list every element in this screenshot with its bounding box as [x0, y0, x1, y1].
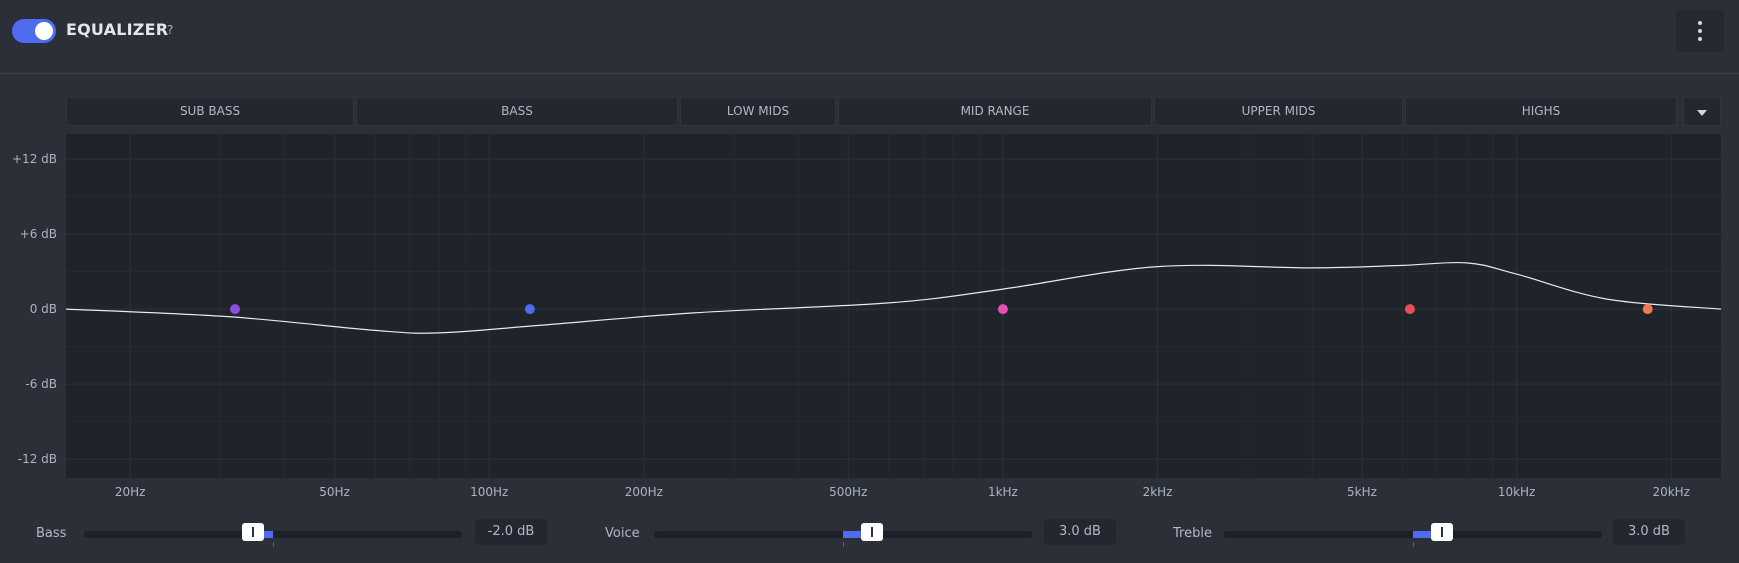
y-tick-label: +6 dB: [20, 227, 57, 241]
treble-slider-thumb[interactable]: [1431, 523, 1454, 541]
y-tick-label: -12 dB: [18, 452, 57, 466]
x-tick-label: 10kHz: [1498, 485, 1536, 499]
eq-graph[interactable]: +12 dB +6 dB 0 dB -6 dB -12 dB 20Hz 50Hz 100Hz…: [0, 0, 1739, 563]
x-tick-label: 20kHz: [1652, 485, 1690, 499]
x-tick-label: 100Hz: [470, 485, 508, 499]
eq-point-1[interactable]: [230, 304, 241, 315]
x-tick-label: 50Hz: [319, 485, 350, 499]
y-tick-label: -6 dB: [25, 377, 57, 391]
voice-label: Voice: [605, 526, 640, 541]
eq-point-2[interactable]: [524, 304, 535, 315]
y-tick-label: +12 dB: [12, 152, 57, 166]
voice-slider[interactable]: [654, 523, 1032, 547]
treble-label: Treble: [1173, 526, 1212, 541]
x-axis-labels: 20Hz 50Hz 100Hz 200Hz 500Hz 1kHz 2kHz 5kHz 10kHz…: [115, 485, 1690, 499]
plot-area: [66, 134, 1721, 478]
y-tick-label: 0 dB: [30, 302, 57, 316]
treble-slider-center-tick: [1413, 542, 1414, 547]
x-tick-label: 2kHz: [1143, 485, 1173, 499]
bass-label: Bass: [36, 526, 67, 541]
bass-value[interactable]: -2.0 dB: [475, 519, 547, 545]
eq-point-3[interactable]: [997, 304, 1008, 315]
bass-slider[interactable]: [84, 523, 462, 547]
voice-slider-thumb[interactable]: [861, 523, 884, 541]
treble-slider[interactable]: [1224, 523, 1602, 547]
x-tick-label: 5kHz: [1347, 485, 1377, 499]
eq-point-4[interactable]: [1404, 304, 1415, 315]
voice-value[interactable]: 3.0 dB: [1044, 519, 1116, 545]
x-tick-label: 200Hz: [625, 485, 663, 499]
voice-slider-center-tick: [843, 542, 844, 547]
bass-slider-center-tick: [273, 542, 274, 547]
x-tick-label: 20Hz: [115, 485, 146, 499]
y-axis-labels: +12 dB +6 dB 0 dB -6 dB -12 dB: [12, 152, 57, 466]
x-tick-label: 1kHz: [988, 485, 1018, 499]
x-tick-label: 500Hz: [829, 485, 867, 499]
bass-slider-thumb[interactable]: [242, 523, 265, 541]
treble-value[interactable]: 3.0 dB: [1613, 519, 1685, 545]
eq-point-5[interactable]: [1642, 304, 1653, 315]
